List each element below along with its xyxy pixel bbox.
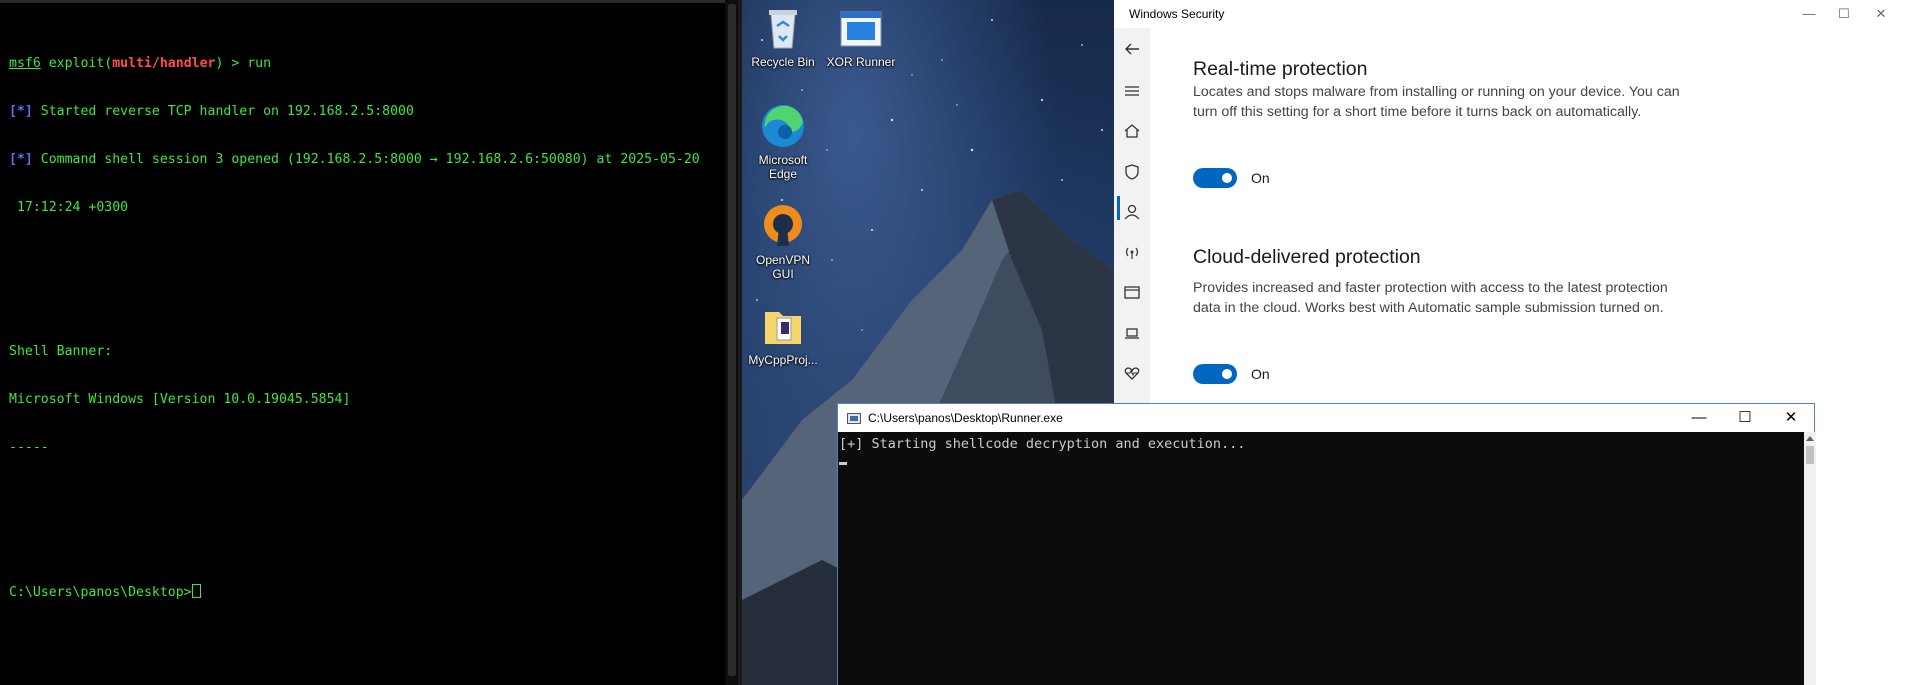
folder-icon: [759, 302, 807, 350]
desktop-icon-openvpn[interactable]: OpenVPN GUI: [744, 202, 822, 281]
banner-label: Shell Banner:: [9, 344, 113, 359]
msf-prompt-line: msf6 exploit(multi/handler) > run: [9, 56, 272, 71]
session-text: Command shell session 3 opened (192.168.…: [32, 152, 700, 167]
realtime-protection-heading: Real-time protection: [1193, 58, 1368, 80]
minimize-button[interactable]: —: [1794, 4, 1824, 24]
runner-maximize-button[interactable]: ☐: [1722, 404, 1768, 432]
network-icon[interactable]: [1121, 241, 1143, 263]
banner-rule: -----: [9, 440, 49, 455]
home-icon[interactable]: [1121, 120, 1143, 142]
msf-command: run: [247, 56, 272, 71]
runner-console-output[interactable]: [+] Starting shellcode decryption and ex…: [838, 432, 1804, 685]
runner-minimize-button[interactable]: —: [1676, 404, 1722, 432]
desktop-icon-label: Recycle Bin: [751, 55, 815, 69]
shell-prompt: C:\Users\panos\Desktop>: [9, 585, 192, 600]
close-button[interactable]: ✕: [1866, 4, 1896, 24]
terminal-cursor: [191, 584, 201, 598]
openvpn-icon: [759, 202, 807, 250]
handler-text: Started reverse TCP handler on 192.168.2…: [32, 104, 414, 119]
console-cursor: [839, 462, 847, 465]
shield-icon[interactable]: [1121, 161, 1143, 183]
runner-title: C:\Users\panos\Desktop\Runner.exe: [868, 411, 1063, 425]
terminal-scroll-thumb[interactable]: [728, 4, 736, 676]
runner-scroll-thumb[interactable]: [1806, 446, 1814, 464]
edge-icon: [759, 102, 807, 150]
desktop-icon-xor-runner[interactable]: XOR Runner: [822, 4, 900, 69]
runner-scrollbar[interactable]: [1804, 432, 1816, 685]
shell-prompt-line[interactable]: C:\Users\panos\Desktop>: [9, 584, 740, 600]
cloud-toggle-label: On: [1251, 366, 1270, 382]
runner-close-button[interactable]: ✕: [1768, 404, 1814, 432]
terminal-line-session: [*] Command shell session 3 opened (192.…: [9, 152, 700, 167]
back-arrow-icon[interactable]: [1121, 38, 1143, 60]
desktop-icon-mycppproj[interactable]: MyCppProj...: [744, 302, 822, 367]
desktop-icon-label: XOR Runner: [826, 55, 896, 69]
desktop-icon-recycle-bin[interactable]: Recycle Bin: [744, 4, 822, 69]
desktop-icon-label: Microsoft Edge: [758, 153, 808, 181]
cloud-protection-heading: Cloud-delivered protection: [1193, 246, 1421, 268]
realtime-toggle-label: On: [1251, 170, 1270, 186]
recycle-bin-icon: [759, 4, 807, 52]
terminal-line-handler: [*] Started reverse TCP handler on 192.1…: [9, 104, 414, 119]
nav-selected-indicator: [1117, 196, 1120, 220]
runner-output-line: [+] Starting shellcode decryption and ex…: [839, 436, 1246, 452]
scroll-up-arrow-icon[interactable]: [1806, 436, 1814, 441]
runner-titlebar[interactable]: C:\Users\panos\Desktop\Runner.exe — ☐ ✕: [838, 404, 1814, 432]
cloud-protection-description: Provides increased and faster protection…: [1193, 280, 1668, 316]
kali-terminal[interactable]: msf6 exploit(multi/handler) > run [*] St…: [0, 0, 740, 685]
account-icon[interactable]: [1121, 201, 1143, 223]
app-browser-icon[interactable]: [1121, 281, 1143, 303]
realtime-protection-description: Locates and stops malware from installin…: [1193, 84, 1680, 120]
desktop-icon-edge[interactable]: Microsoft Edge: [744, 102, 822, 181]
console-app-icon: [847, 413, 861, 424]
terminal-tab-bar: [0, 0, 740, 3]
desktop-icon-label: MyCppProj...: [748, 353, 818, 367]
health-heart-icon[interactable]: [1121, 362, 1143, 384]
terminal-line-timestamp: 17:12:24 +0300: [9, 200, 129, 215]
cloud-protection-toggle[interactable]: [1193, 364, 1237, 384]
device-security-icon[interactable]: [1121, 322, 1143, 344]
windows-security-titlebar[interactable]: Windows Security — ☐ ✕: [1114, 0, 1910, 28]
window-title: Windows Security: [1129, 7, 1225, 21]
banner-text: Microsoft Windows [Version 10.0.19045.58…: [9, 392, 351, 407]
hamburger-menu-icon[interactable]: [1121, 80, 1143, 102]
desktop-icon-label: OpenVPN GUI: [755, 253, 811, 281]
msf-label: msf6: [9, 56, 41, 71]
app-window-icon: [837, 4, 885, 52]
runner-console-window[interactable]: C:\Users\panos\Desktop\Runner.exe — ☐ ✕ …: [837, 403, 1816, 685]
maximize-button[interactable]: ☐: [1829, 4, 1859, 24]
realtime-protection-toggle[interactable]: [1193, 168, 1237, 188]
msf-module: multi/handler: [112, 56, 216, 71]
